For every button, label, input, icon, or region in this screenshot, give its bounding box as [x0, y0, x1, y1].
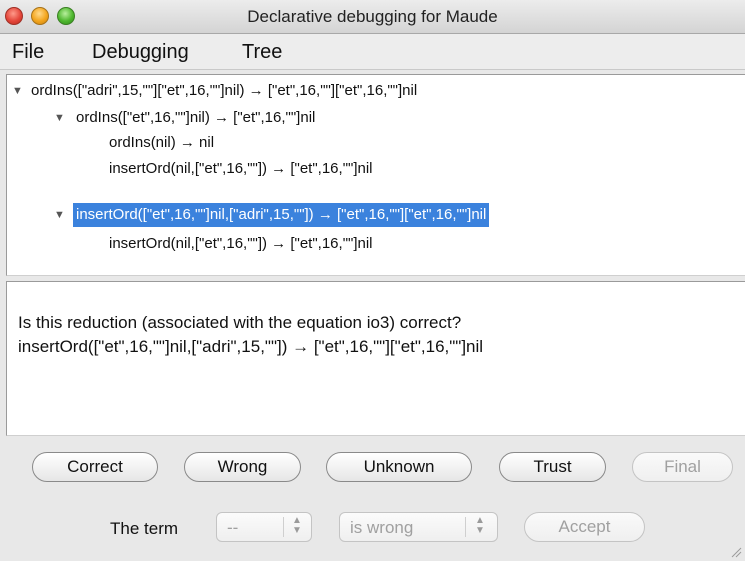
disclosure-triangle-icon[interactable]: ▼ — [54, 203, 65, 227]
menu-tree[interactable]: Tree — [242, 41, 282, 64]
disclosure-triangle-icon[interactable]: ▼ — [12, 79, 23, 103]
window-title: Declarative debugging for Maude — [247, 7, 498, 26]
tree-node-label[interactable]: insertOrd(["et",16,""]nil,["adri",15,""]… — [73, 203, 490, 227]
question-reduction: insertOrd(["et",16,""]nil,["adri",15,""]… — [18, 337, 484, 356]
wrong-button[interactable]: Wrong — [184, 452, 301, 482]
tree-node-label[interactable]: insertOrd(nil,["et",16,""]) → ["et",16,"… — [106, 232, 376, 256]
tree-node-label[interactable]: ordIns(["adri",15,""]["et",16,""]nil) → … — [28, 79, 420, 103]
stepper-arrows-icon[interactable]: ▲ ▼ — [290, 516, 304, 536]
term-status-selector[interactable]: is wrong ▲ ▼ — [339, 512, 498, 542]
disclosure-triangle-icon[interactable]: ▼ — [54, 106, 65, 130]
term-selector[interactable]: -- ▲ ▼ — [216, 512, 312, 542]
term-selector-value: -- — [227, 518, 239, 537]
menu-file[interactable]: File — [12, 41, 44, 64]
unknown-button[interactable]: Unknown — [326, 452, 472, 482]
question-text: Is this reduction (associated with the e… — [18, 313, 462, 332]
term-status-value: is wrong — [350, 518, 414, 537]
debug-tree-panel[interactable]: ▼ ordIns(["adri",15,""]["et",16,""]nil) … — [6, 74, 745, 276]
accept-button[interactable]: Accept — [524, 512, 645, 542]
tree-node-label[interactable]: ordIns(nil) → nil — [106, 131, 217, 155]
resize-grip-icon[interactable] — [730, 546, 742, 558]
final-button[interactable]: Final — [632, 452, 733, 482]
tree-node-label[interactable]: insertOrd(nil,["et",16,""]) → ["et",16,"… — [106, 157, 376, 181]
question-panel: Is this reduction (associated with the e… — [6, 281, 745, 436]
divider — [465, 517, 466, 537]
title-bar: Declarative debugging for Maude — [0, 0, 745, 34]
menu-bar: File Debugging Tree — [0, 34, 745, 70]
menu-debugging[interactable]: Debugging — [92, 41, 189, 64]
tree-node-label[interactable]: ordIns(["et",16,""]nil) → ["et",16,""]ni… — [73, 106, 318, 130]
trust-button[interactable]: Trust — [499, 452, 606, 482]
correct-button[interactable]: Correct — [32, 452, 158, 482]
term-label: The term — [110, 519, 179, 538]
divider — [283, 517, 284, 537]
stepper-arrows-icon[interactable]: ▲ ▼ — [473, 516, 487, 536]
